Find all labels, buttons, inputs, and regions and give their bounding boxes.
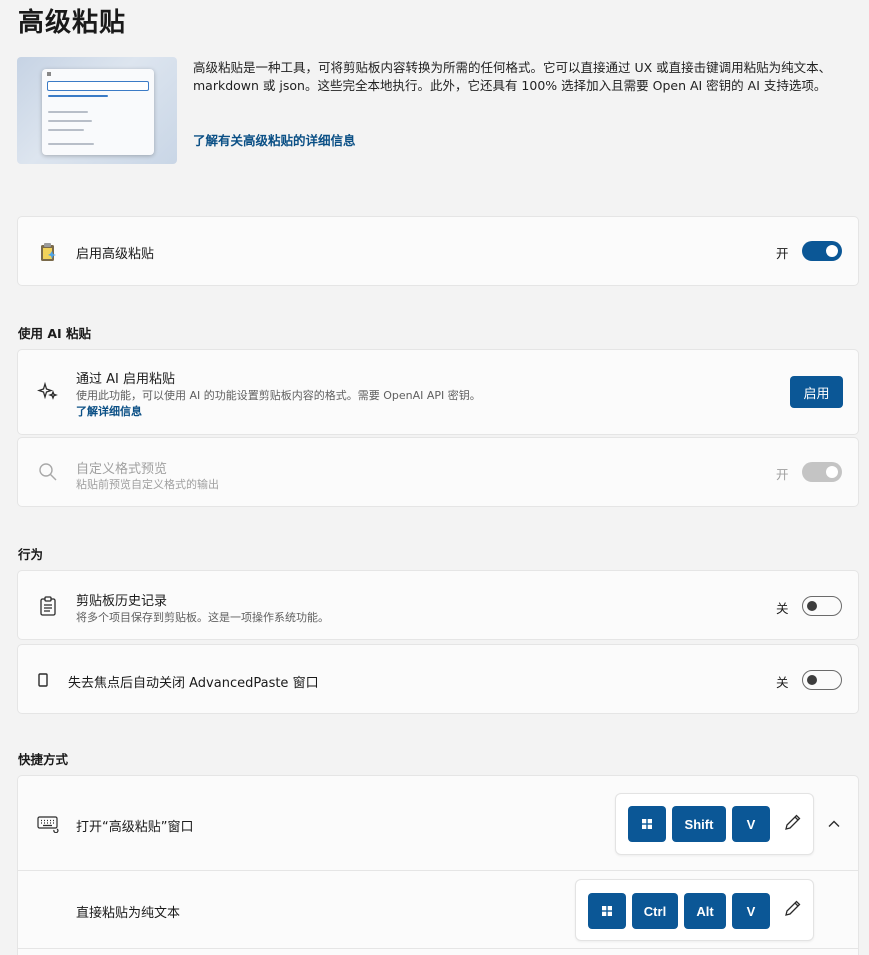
custom-format-preview-toggle[interactable] [802, 462, 842, 482]
enable-advanced-paste-toggle[interactable] [802, 241, 842, 261]
clipboard-history-description: 将多个项目保存到剪贴板。这是一项操作系统功能。 [76, 611, 329, 624]
key-alt: Alt [684, 893, 726, 929]
auto-close-title: 失去焦点后自动关闭 AdvancedPaste 窗口 [68, 676, 319, 691]
enable-ai-button[interactable]: 启用 [790, 376, 843, 408]
key-ctrl: Ctrl [632, 893, 678, 929]
toggle-state-label: 关 [776, 601, 789, 616]
keyboard-icon [37, 813, 59, 835]
section-header-behavior: 行为 [18, 547, 44, 562]
toggle-knob [826, 245, 838, 257]
learn-more-link[interactable]: 了解有关高级粘贴的详细信息 [193, 130, 356, 149]
custom-format-preview-description: 粘贴前预览自定义格式的输出 [76, 478, 219, 491]
toggle-state-label: 开 [776, 467, 789, 482]
key-windows [628, 806, 666, 842]
mini-search-box [47, 81, 149, 91]
mini-line [48, 120, 92, 122]
clipboard-icon [37, 595, 59, 617]
windows-logo-icon [602, 906, 612, 916]
key-v: V [732, 893, 770, 929]
shortcut-card: 打开“高级粘贴”窗口 Shift V 直接粘贴为纯文本 Ctrl Alt V [17, 775, 859, 955]
custom-format-preview-title: 自定义格式预览 [76, 462, 168, 477]
advanced-paste-app-icon [37, 241, 59, 263]
mini-line [48, 129, 84, 131]
clipboard-history-card: 剪贴板历史记录 将多个项目保存到剪贴板。这是一项操作系统功能。 关 [17, 570, 859, 640]
toggle-knob [807, 675, 817, 685]
ai-paste-title: 通过 AI 启用粘贴 [76, 372, 175, 387]
auto-close-toggle[interactable] [802, 670, 842, 690]
toggle-knob [807, 601, 817, 611]
enable-advanced-paste-label: 启用高级粘贴 [76, 247, 155, 262]
page-title: 高级粘贴 [18, 8, 127, 38]
ai-paste-learn-more-link[interactable]: 了解详细信息 [76, 403, 142, 419]
ai-paste-description: 使用此功能，可以使用 AI 的功能设置剪贴板内容的格式。需要 OpenAI AP… [76, 389, 481, 402]
mini-app-icon [47, 72, 51, 76]
clipboard-history-title: 剪贴板历史记录 [76, 594, 168, 609]
mini-window [42, 69, 154, 155]
toggle-state-label: 关 [776, 675, 789, 690]
section-header-shortcuts: 快捷方式 [18, 752, 69, 767]
ai-paste-card: 通过 AI 启用粘贴 使用此功能，可以使用 AI 的功能设置剪贴板内容的格式。需… [17, 349, 859, 435]
auto-close-card: 失去焦点后自动关闭 AdvancedPaste 窗口 关 [17, 644, 859, 714]
key-shift: Shift [672, 806, 726, 842]
sparkle-icon [37, 380, 59, 402]
mini-line [48, 143, 94, 145]
section-header-ai: 使用 AI 粘贴 [18, 326, 92, 341]
mini-line [48, 111, 88, 113]
page-description: 高级粘贴是一种工具，可将剪贴板内容转换为所需的任何格式。它可以直接通过 UX 或… [193, 60, 832, 93]
key-windows [588, 893, 626, 929]
chevron-up-icon[interactable] [824, 814, 844, 834]
mini-line [48, 95, 108, 97]
custom-format-preview-card: 自定义格式预览 粘贴前预览自定义格式的输出 开 [17, 437, 859, 507]
windows-logo-icon [642, 819, 652, 829]
hero-preview-image [17, 57, 177, 164]
edit-shortcut-icon[interactable] [783, 812, 805, 834]
divider [18, 870, 858, 871]
open-window-shortcut-title: 打开“高级粘贴”窗口 [76, 820, 194, 835]
key-v: V [732, 806, 770, 842]
search-icon [37, 461, 59, 483]
toggle-knob [826, 466, 838, 478]
divider [18, 948, 858, 949]
edit-shortcut-icon[interactable] [783, 898, 805, 920]
paste-plain-shortcut-title: 直接粘贴为纯文本 [76, 906, 181, 921]
window-icon [32, 669, 54, 691]
clipboard-history-toggle[interactable] [802, 596, 842, 616]
toggle-state-label: 开 [776, 246, 789, 261]
paste-plain-shortcut-keys[interactable]: Ctrl Alt V [575, 879, 814, 941]
enable-advanced-paste-card: 启用高级粘贴 开 [17, 216, 859, 286]
